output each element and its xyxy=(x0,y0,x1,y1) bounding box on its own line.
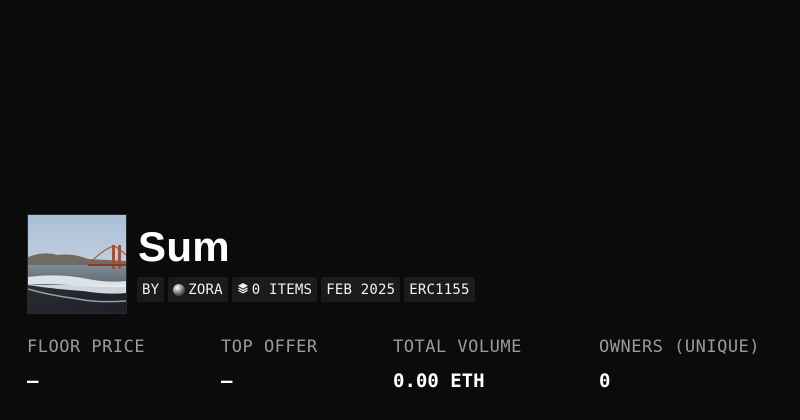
date-chip: FEB 2025 xyxy=(321,277,401,302)
stat-top-offer: TOP OFFER — xyxy=(221,330,318,398)
collection-meta-chips: BY ZORA 0 ITEMS FEB 2025 ERC1155 xyxy=(137,277,475,302)
collection-banner xyxy=(0,0,800,200)
creator-chip[interactable]: ZORA xyxy=(168,277,228,302)
stat-value: — xyxy=(27,370,39,392)
by-chip: BY xyxy=(137,277,165,302)
stat-label: TOP OFFER xyxy=(221,337,318,357)
stat-value: — xyxy=(221,370,233,392)
collection-thumbnail[interactable] xyxy=(27,214,127,314)
created-date: FEB 2025 xyxy=(326,281,396,298)
creator-name: ZORA xyxy=(188,281,223,298)
stat-value: 0.00 ETH xyxy=(393,370,485,392)
collection-header: Sum BY ZORA 0 ITEMS FEB 2025 ERC1155 xyxy=(27,214,787,314)
by-label: BY xyxy=(142,281,160,298)
zora-orb-icon xyxy=(173,283,186,296)
beach-bridge-image xyxy=(28,215,126,313)
stat-label: OWNERS (UNIQUE) xyxy=(599,337,761,357)
stat-owners: OWNERS (UNIQUE) 0 xyxy=(599,330,760,398)
items-chip: 0 ITEMS xyxy=(231,277,318,302)
items-count: 0 ITEMS xyxy=(251,281,313,298)
token-standard-chip: ERC1155 xyxy=(404,277,475,302)
stat-value: 0 xyxy=(599,370,611,392)
layers-icon xyxy=(237,282,249,298)
stat-total-volume: TOTAL VOLUME 0.00 ETH xyxy=(393,330,522,398)
stat-label: TOTAL VOLUME xyxy=(393,337,522,357)
token-standard: ERC1155 xyxy=(409,281,470,298)
stat-label: FLOOR PRICE xyxy=(27,337,146,357)
collection-stats: FLOOR PRICE — TOP OFFER — TOTAL VOLUME 0… xyxy=(0,330,800,420)
stat-floor-price: FLOOR PRICE — xyxy=(27,330,145,398)
collection-title: Sum xyxy=(138,223,230,270)
